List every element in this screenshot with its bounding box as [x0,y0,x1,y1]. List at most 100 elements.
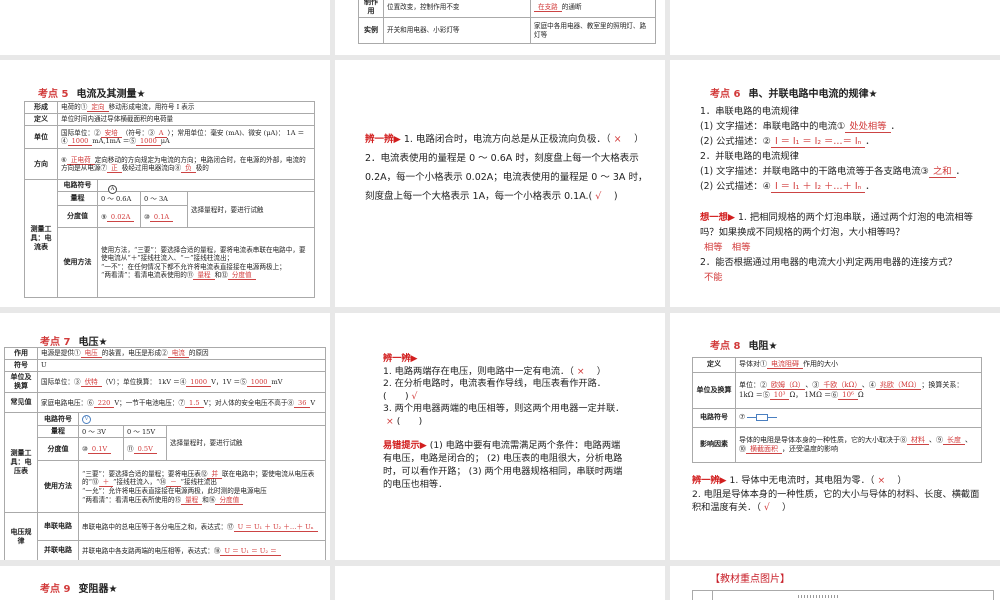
answer-blank: 1000 [186,378,212,387]
answer-blank: 10⁶ [838,390,858,400]
section-number: 考点 5 [38,89,69,100]
answer-blank: 负 [181,164,196,174]
voltmeter-symbol-icon: V [82,415,91,425]
text-segment: 国际单位：② [61,128,101,137]
slide-switch-table: 制作用 位置改变，控制作用不变 在支路 的通断 实例 开关和用电器、小彩灯等 家庭中各用电… [335,0,665,55]
sub-label: 分度值 [37,437,79,462]
text-segment: 、③ [805,381,820,390]
slide-textbook-images: 【教材重点图片】 [670,566,1000,600]
text-segment: ） [888,475,907,486]
cell: 串联电路中的总电压等于各分电压之和，表达式：⑰ U ＝ U₁ ＋ U₂ ＋…＋ U… [78,512,326,542]
section-title: 考点 7 电压★ [40,333,107,348]
slide-voltage: 考点 7 电压★ 作用 电源是提供① 电压 的装置，电压是形成② 电流 的原因 符号 U 单位… [0,313,330,560]
text-segment: V [310,398,316,407]
section-title: 考点 6 串、并联电路中电流的规律★ [710,85,877,100]
voltage-table: 作用 电源是提供① 电压 的装置，电压是形成② 电流 的原因 符号 U 单位及换算 国际单位：… [4,346,326,560]
judge-item: 3. 两个用电器两端的电压相等，则这两个用电器一定并联．×( ) [383,403,628,428]
cell: 在支路 的通断 [530,0,656,19]
answer-blank: U ＝ U₁ ＝ U₂ ＝ [220,546,281,556]
textbook-images-title: 【教材重点图片】 [710,574,790,585]
judgement-mark: √ [595,191,602,202]
cell: ⑪ 0.5V [123,437,167,462]
text-segment: 单位时间内通过导体横截面积的电荷量 [61,115,174,124]
row-label: 单位及换算 [692,372,736,409]
section-heading: 变阻器★ [78,584,118,595]
cell: 家庭电路电压：⑥ 220 V；一节干电池电压：⑦ 1.5 V；对人体的安全电压不高于⑧ 3… [37,392,326,414]
row-label: 常见值 [4,392,38,414]
resistor-symbol-icon [747,413,778,421]
text-segment: 的装置，电压是形成② [101,349,168,358]
section-heading: 串、并联电路中电流的规律★ [748,89,878,100]
row-label: 电路符号 [692,408,736,428]
text-segment: 极的 [195,164,209,173]
answer-blank: 电流 [167,349,189,359]
text-segment: (1) 文字描述：并联电路中的干路电流等于各支路电流③ [700,166,929,177]
judge-block: 辨一辨▶ 1. 电路闭合时，电流方向总是从正极流向负极．（ × ） 2．电流表使用… [365,130,650,206]
judgement-mark: × [576,365,585,377]
answer-blank: U ＝ U₁ ＋ U₂ ＋…＋ Uₙ [233,522,318,532]
answer-blank: I ＝ I₁ ＝ I₂ ＝…＝ Iₙ [770,136,866,148]
row-label: 测量工具：电压表 [4,412,38,514]
cell: 国际单位：② 安培 （符号：③ A ）；常用单位：毫安 (mA)、微安 (μA)： 1A… [57,125,315,150]
section-title: 考点 5 电流及其测量★ [38,85,145,100]
sub-label: 电路符号 [57,179,98,193]
row-label: 电压规律 [4,512,38,560]
text-segment: 位置改变，控制作用不变 [387,2,460,11]
answer-blank: 兆欧（MΩ） [875,381,922,391]
text-segment: Ω [857,390,864,399]
cell: ⑩ 0.1A [140,205,188,229]
cell: ⑩ 0.1V [78,437,124,462]
row-label: 定义 [24,113,58,127]
judge-item: 2. 电阻是导体本身的一种性质，它的大小与导体的材料、长度、横截面积和温度有关．… [692,488,987,515]
answer: 不能 [704,272,723,283]
text-segment: （符号：③ [121,128,155,137]
judgement-mark: × [613,134,622,145]
text-segment: 串联电路中的总电压等于各分电压之和，表达式：⑰ [82,522,234,531]
text-segment: 1. 电路两端存在电压，则电路中一定有电流．（ [383,365,574,377]
judge-item: 辨一辨▶ 1. 电路闭合时，电流方向总是从正极流向负极．（ × ） [365,130,650,149]
text-segment: 2．并联电路的电流规律 [700,151,799,162]
answer-blank: 在支路 [534,2,562,12]
judge-text: 1. 电路闭合时，电流方向总是从正极流向负极．（ × ） [401,134,644,145]
text-segment: 1．串联电路的电流规律 [700,106,799,117]
text-segment: 家庭中各用电器、教室里的照明灯、路灯等 [534,22,647,39]
cell: 国际单位：③ 伏特 （V）；单位换算： 1kV ＝④ 1000 V，1V ＝⑤ 1000 m… [37,371,326,394]
answer-blank: 10³ [769,390,790,400]
law-line: (1) 文字描述：串联电路中的电流① 处处相等． [700,119,965,134]
judge-tag: 辨一辨▶ [692,475,727,486]
text-segment: 的原因 [188,349,209,358]
text-segment: ( ) [396,415,423,427]
cell: 电源是提供① 电压 的装置，电压是形成② 电流 的原因 [37,346,326,361]
text-segment: V，1V ＝⑤ [211,378,247,386]
answer-blank: 1000 [135,137,161,147]
tip-tag: 易错提示▶ [383,440,427,451]
law-lines: 1．串联电路的电流规律 (1) 文字描述：串联电路中的电流① 处处相等． (2) … [700,104,965,194]
text-segment: (2) 公式描述：④ [700,181,771,192]
answer-blank: 电压 [80,349,102,359]
answer-blank: 定向 [87,103,109,113]
sub-label: 并联电路 [37,540,79,560]
row-label: 实例 [358,17,384,45]
judge-tag: 辨一辨▶ [383,353,418,364]
judge-block: 辨一辨▶ 1. 导体中无电流时，其电阻为零．（ × ） 2. 电阻是导体本身的一种… [692,474,987,515]
cell: 开关和用电器、小彩灯等 [383,17,531,45]
slide-judge-voltage: 辨一辨▶ 1. 电路两端存在电压，则电路中一定有电流．（ × ） 2. 在分析电路… [335,313,665,560]
cell: ⑨ 0.02A [97,205,141,229]
text-segment: 、④ [861,381,876,390]
judge-block: 辨一辨▶ 1. 电路两端存在电压，则电路中一定有电流．（ × ） 2. 在分析电路… [383,353,628,428]
cell: ⑦ [739,413,745,421]
text-segment: V；一节干电池电压：⑦ [114,398,186,407]
answer-blank: 量程 [181,495,203,505]
range-value: 0 ～ 15V [123,425,167,439]
tip-block: 易错提示▶ (1) 电路中要有电流需满足两个条件：电路两端有电压，电路是闭合的；… [383,439,628,491]
answer-blank: 伏特 [80,378,102,387]
range-value: 0 ～ 3V [78,425,124,439]
answer-blank: 0.5V [133,445,157,455]
cell: U [37,359,326,373]
image-table [692,590,994,600]
row-label: 方向 [24,148,58,181]
answer-blank: 之和 [929,166,956,178]
judge-item: 1. 导体中无电流时，其电阻为零．（ × ） [727,475,907,486]
text-segment: 3. 两个用电器两端的电压相等，则这两个用电器一定并联． [383,403,625,414]
text-segment: mA,1mA ＝⑤ [92,137,136,146]
